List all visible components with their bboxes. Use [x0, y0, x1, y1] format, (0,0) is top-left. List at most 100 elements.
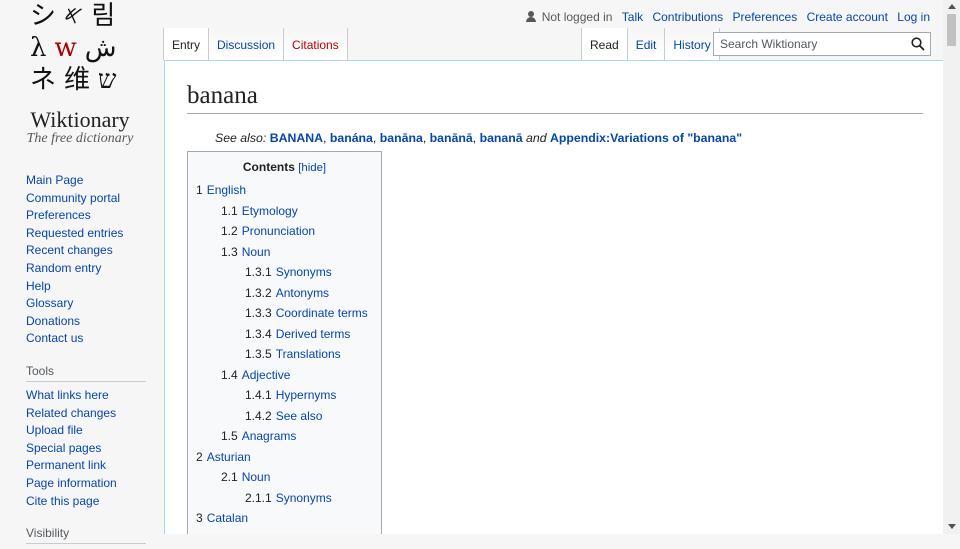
toc-entry[interactable]: 1 English	[188, 180, 381, 201]
toc-entry[interactable]: 1.2 Pronunciation	[188, 221, 381, 242]
preferences-link[interactable]: Preferences	[733, 10, 798, 24]
logo-tagline: The free dictionary	[26, 131, 134, 146]
sidebar-item-random-entry[interactable]: Random entry	[26, 260, 151, 278]
table-of-contents: Contents [hide] 1 English 1.1 Etymology 1.2 P…	[187, 151, 382, 534]
toc-entry-number: 1.3.1	[245, 265, 272, 279]
toc-entry-label[interactable]: Asturian	[207, 450, 251, 464]
toc-entry[interactable]: 1.5 Anagrams	[188, 426, 381, 447]
sidebar-item-preferences[interactable]: Preferences	[26, 207, 151, 225]
toc-hide-toggle[interactable]: [hide]	[298, 162, 326, 174]
sidebar-item-page-information[interactable]: Page information	[26, 475, 151, 493]
toc-entry-label[interactable]: English	[207, 183, 246, 197]
toc-entry-label[interactable]: Synonyms	[276, 491, 332, 505]
toc-entry[interactable]: 1.3.1 Synonyms	[188, 262, 381, 283]
toc-entry[interactable]: 1.3.4 Derived terms	[188, 324, 381, 345]
logo-glyphs: シ𐤀림 λwش ネ维ש	[30, 0, 140, 96]
toc-entry[interactable]: 1.4.2 See also	[188, 406, 381, 427]
search-button[interactable]	[910, 36, 926, 52]
sidebar-item-main-page[interactable]: Main Page	[26, 172, 151, 190]
toc-entry[interactable]: 1.4.1 Hypernyms	[188, 385, 381, 406]
toc-entry[interactable]: 1.3.2 Antonyms	[188, 283, 381, 304]
toc-entry-label[interactable]: Etymology	[242, 204, 298, 218]
toc-entry-number: 1.5	[221, 429, 238, 443]
toc-entry-label[interactable]: Adjective	[242, 368, 291, 382]
sidebar-item-recent-changes[interactable]: Recent changes	[26, 242, 151, 260]
toc-entry-label[interactable]: Translations	[276, 347, 341, 361]
logo-glyph-row: シ𐤀림	[30, 1, 124, 31]
toc-entry-label[interactable]: See also	[276, 409, 323, 423]
scroll-down-icon[interactable]	[948, 524, 956, 529]
toc-entry-number: 3	[196, 511, 203, 525]
sidebar-heading-tools[interactable]: Tools	[26, 364, 146, 382]
sidebar-item-requested-entries[interactable]: Requested entries	[26, 225, 151, 243]
sidebar-item-glossary[interactable]: Glossary	[26, 295, 151, 313]
toc-entry[interactable]: 1.3.3 Coordinate terms	[188, 303, 381, 324]
toc-entry-number: 1.4.1	[245, 388, 272, 402]
toc-entry[interactable]: 1.3.5 Translations	[188, 344, 381, 365]
see-also-link[interactable]: banána	[330, 131, 373, 145]
sidebar-item-upload-file[interactable]: Upload file	[26, 422, 151, 440]
logo-glyph-row: λwش	[30, 33, 117, 63]
see-also-link[interactable]: BANANA	[270, 131, 323, 145]
sidebar-item-cite-this-page[interactable]: Cite this page	[26, 493, 151, 511]
toc-list: 1 English 1.1 Etymology 1.2 Pronunciation 1.3 N…	[188, 180, 381, 534]
tab-history[interactable]: History	[665, 28, 720, 60]
namespace-tabs: Entry Discussion Citations	[163, 28, 348, 60]
sidebar-item-special-pages[interactable]: Special pages	[26, 440, 151, 458]
tab-edit[interactable]: Edit	[627, 28, 666, 60]
scrollbar-thumb[interactable]	[947, 14, 956, 46]
see-also-prefix: See also:	[215, 131, 267, 145]
contributions-link[interactable]: Contributions	[652, 10, 723, 24]
toc-heading: Contents	[242, 160, 295, 174]
tab-read[interactable]: Read	[581, 28, 628, 60]
see-also-link[interactable]: banānā	[430, 131, 473, 145]
toc-entry[interactable]: 3.1Pronunciation	[188, 529, 381, 535]
tab-citations[interactable]: Citations	[284, 28, 348, 60]
see-also-link[interactable]: bananā	[480, 131, 523, 145]
tab-entry[interactable]: Entry	[163, 28, 210, 60]
toc-entry[interactable]: 1.3 Noun	[188, 242, 381, 263]
sidebar-item-community-portal[interactable]: Community portal	[26, 190, 151, 208]
sidebar-heading-visibility[interactable]: Visibility	[26, 526, 146, 545]
scrollbar[interactable]	[943, 0, 960, 534]
toc-entry-number: 1.3.5	[245, 347, 272, 361]
toc-entry-label[interactable]: Derived terms	[276, 327, 351, 341]
toc-entry-label[interactable]: Hypernyms	[276, 388, 337, 402]
toc-entry-number: 1.4	[221, 367, 238, 382]
toc-entry-label[interactable]: Coordinate terms	[276, 306, 368, 320]
toc-entry-label[interactable]: Catalan	[207, 511, 248, 525]
toc-entry-label[interactable]: Antonyms	[276, 286, 329, 300]
see-also-appendix-link[interactable]: Appendix:Variations of "banana"	[550, 131, 742, 145]
log-in-link[interactable]: Log in	[897, 10, 930, 24]
toc-entry[interactable]: 2 Asturian	[188, 447, 381, 468]
see-also-link[interactable]: banāna	[380, 131, 423, 145]
tab-discussion[interactable]: Discussion	[209, 28, 285, 60]
toc-entry-label[interactable]: Noun	[242, 245, 271, 259]
sidebar-navigation: Main Page Community portal Preferences R…	[26, 172, 151, 348]
sidebar-item-related-changes[interactable]: Related changes	[26, 405, 151, 423]
toc-entry[interactable]: 2.1 Noun	[188, 467, 381, 488]
toc-entry-number: 1.3.2	[245, 285, 272, 300]
toc-entry-label[interactable]: Anagrams	[242, 429, 297, 443]
search-input[interactable]	[714, 33, 904, 55]
toc-entry-number: 1.3.4	[245, 326, 272, 341]
talk-link[interactable]: Talk	[622, 10, 643, 24]
sidebar-tools: What links here Related changes Upload f…	[26, 387, 151, 510]
toc-entry-label[interactable]: Noun	[242, 470, 271, 484]
toc-entry-number: 1.4.2	[245, 408, 272, 423]
toc-entry[interactable]: 3 Catalan	[188, 508, 381, 529]
toc-entry-label[interactable]: Pronunciation	[242, 224, 315, 238]
scroll-up-icon[interactable]	[948, 4, 956, 9]
site-logo[interactable]: シ𐤀림 λwش ネ维ש Wiktionary The free dictiona…	[0, 0, 160, 160]
toc-entry[interactable]: 1.4 Adjective	[188, 365, 381, 386]
toc-entry-number: 1.3.3	[245, 306, 272, 320]
create-account-link[interactable]: Create account	[807, 10, 888, 24]
toc-entry-label[interactable]: Synonyms	[276, 265, 332, 279]
sidebar-item-permanent-link[interactable]: Permanent link	[26, 457, 151, 475]
sidebar-item-help[interactable]: Help	[26, 278, 151, 296]
toc-entry[interactable]: 1.1 Etymology	[188, 201, 381, 222]
sidebar-item-donations[interactable]: Donations	[26, 313, 151, 331]
toc-entry[interactable]: 2.1.1 Synonyms	[188, 488, 381, 509]
sidebar-item-what-links-here[interactable]: What links here	[26, 387, 151, 405]
sidebar-item-contact-us[interactable]: Contact us	[26, 330, 151, 348]
